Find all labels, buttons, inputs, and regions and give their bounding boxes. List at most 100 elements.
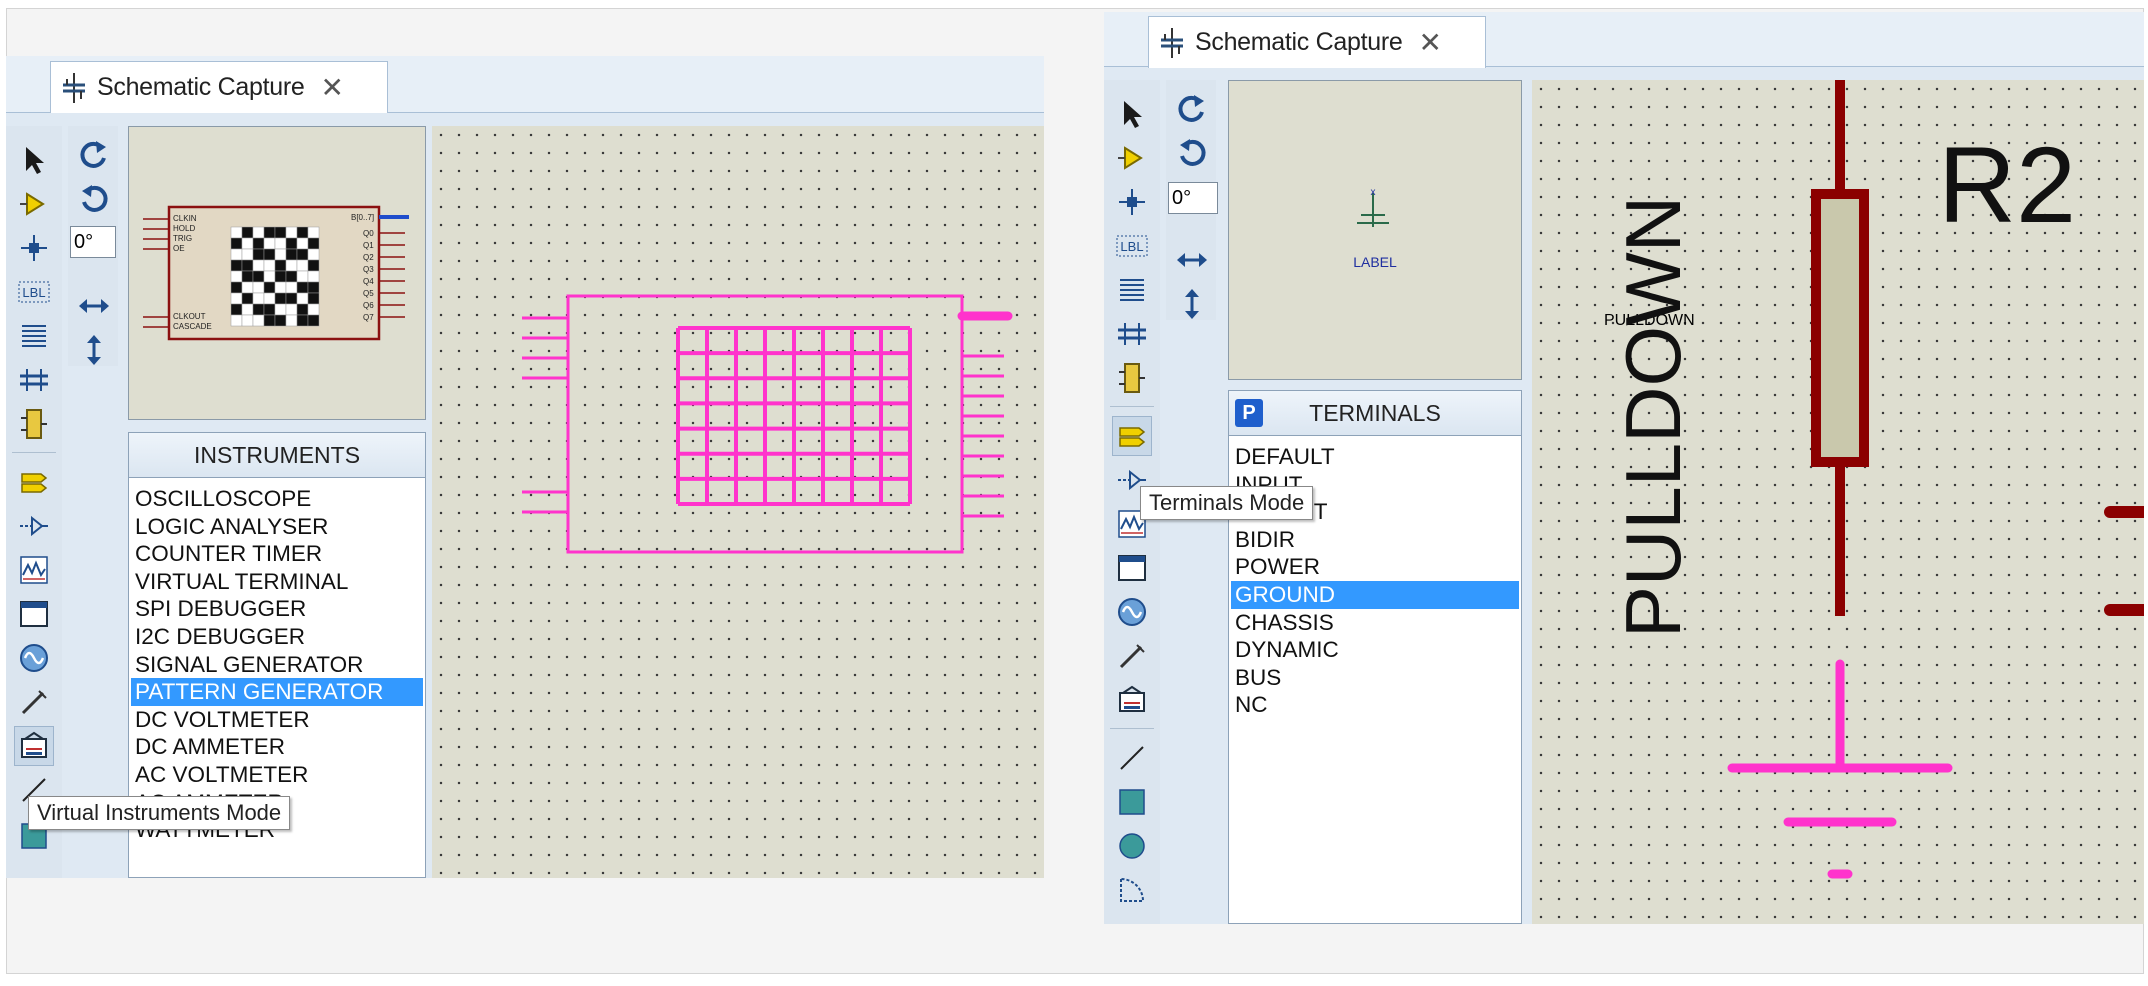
- schematic-canvas[interactable]: [432, 126, 1044, 878]
- list-item[interactable]: BIDIR: [1231, 526, 1519, 554]
- pointer-arrow-icon: [1124, 101, 1142, 128]
- pin-label: Q4: [363, 277, 374, 286]
- toolbar-separator: [1110, 406, 1154, 407]
- line-icon: [1120, 746, 1144, 770]
- probe-mode-button[interactable]: [14, 682, 54, 722]
- tab-title: Schematic Capture: [1195, 28, 1403, 56]
- list-item-selected[interactable]: PATTERN GENERATOR: [131, 678, 423, 706]
- text-script-mode-button[interactable]: [14, 316, 54, 356]
- pin-label: TRIG: [173, 234, 192, 243]
- orientation-toolbar: 0°: [1166, 80, 1218, 320]
- junction-dot-mode-button[interactable]: [1112, 182, 1152, 222]
- list-header: INSTRUMENTS: [129, 433, 425, 478]
- generator-icon: [20, 644, 48, 672]
- rotate-cw-icon: [1178, 95, 1204, 122]
- list-item[interactable]: SIGNAL GENERATOR: [131, 651, 423, 679]
- rotate-clockwise-button[interactable]: [74, 134, 114, 174]
- subcircuit-icon: [21, 409, 47, 439]
- schematic-canvas[interactable]: PULLDOWN PULLDOWN R2: [1532, 80, 2144, 924]
- device-pins-mode-button[interactable]: [14, 506, 54, 546]
- probe-mode-button[interactable]: [1112, 636, 1152, 676]
- rotate-clockwise-button[interactable]: [1172, 88, 1212, 128]
- junction-dot-mode-button[interactable]: [14, 228, 54, 268]
- arc-mode-button[interactable]: [1112, 870, 1152, 910]
- list-item[interactable]: COUNTER TIMER: [131, 540, 423, 568]
- buses-mode-button[interactable]: [14, 360, 54, 400]
- circle-mode-button[interactable]: [1112, 826, 1152, 866]
- tooltip: Terminals Mode: [1140, 486, 1314, 520]
- list-header: P TERMINALS: [1229, 391, 1521, 436]
- close-icon[interactable]: ✕: [321, 73, 344, 102]
- arc-icon: [1120, 878, 1145, 902]
- rotate-ccw-icon: [82, 185, 108, 212]
- graph-mode-button[interactable]: [14, 550, 54, 590]
- buses-mode-button[interactable]: [1112, 314, 1152, 354]
- list-item[interactable]: DYNAMIC: [1231, 636, 1519, 664]
- terminals-list[interactable]: DEFAULT INPUT OUTPUT BIDIR POWER GROUND …: [1231, 443, 1519, 719]
- generator-mode-button[interactable]: [14, 638, 54, 678]
- mirror-vertical-button[interactable]: [74, 330, 114, 370]
- device-pin-icon: [20, 515, 48, 537]
- schematic-icon: [1161, 27, 1183, 58]
- tab-schematic-capture[interactable]: Schematic Capture ✕: [1148, 16, 1486, 68]
- terminals-mode-button[interactable]: [1112, 416, 1152, 456]
- pin-label: Q1: [363, 241, 374, 250]
- toolbar-separator: [1110, 728, 1154, 729]
- selection-mode-button[interactable]: [14, 140, 54, 180]
- pin-label: Q5: [363, 289, 374, 298]
- wire-label-mode-button[interactable]: LBL: [1112, 226, 1152, 266]
- component-mode-button[interactable]: [1112, 138, 1152, 178]
- close-icon[interactable]: ✕: [1419, 28, 1442, 57]
- subcircuit-mode-button[interactable]: [14, 404, 54, 444]
- list-item[interactable]: OSCILLOSCOPE: [131, 485, 423, 513]
- terminals-mode-button[interactable]: [14, 462, 54, 502]
- line-mode-button[interactable]: [1112, 738, 1152, 778]
- pin-label: CASCADE: [173, 322, 212, 331]
- list-item[interactable]: VIRTUAL TERMINAL: [131, 568, 423, 596]
- list-item[interactable]: BUS: [1231, 664, 1519, 692]
- list-item[interactable]: I2C DEBUGGER: [131, 623, 423, 651]
- list-item[interactable]: DC VOLTMETER: [131, 706, 423, 734]
- list-item[interactable]: CHASSIS: [1231, 609, 1519, 637]
- window-icon: [20, 601, 48, 627]
- generator-mode-button[interactable]: [1112, 592, 1152, 632]
- tape-recorder-mode-button[interactable]: [14, 594, 54, 634]
- tab-schematic-capture[interactable]: Schematic Capture ✕: [50, 61, 388, 113]
- rotate-anticlockwise-button[interactable]: [74, 178, 114, 218]
- list-item[interactable]: DEFAULT: [1231, 443, 1519, 471]
- pattern-generator-preview: CLKIN HOLD TRIG OE CLKOUT CASCADE B[0..7…: [143, 205, 409, 341]
- virtual-instruments-mode-button[interactable]: [14, 726, 54, 766]
- reference-label: R2: [1938, 124, 2076, 245]
- rotation-angle-field[interactable]: 0°: [1168, 182, 1218, 214]
- list-item[interactable]: AC VOLTMETER: [131, 761, 423, 789]
- junction-icon: [1119, 189, 1145, 215]
- text-script-mode-button[interactable]: [1112, 270, 1152, 310]
- bus-icon: [1118, 323, 1146, 345]
- list-item[interactable]: SPI DEBUGGER: [131, 595, 423, 623]
- flip-horizontal-icon: [79, 299, 109, 313]
- wire-label-mode-button[interactable]: LBL: [14, 272, 54, 312]
- list-item[interactable]: DC AMMETER: [131, 733, 423, 761]
- list-item-selected[interactable]: GROUND: [1231, 580, 1519, 609]
- tape-recorder-mode-button[interactable]: [1112, 548, 1152, 588]
- instruments-list[interactable]: OSCILLOSCOPE LOGIC ANALYSER COUNTER TIME…: [131, 485, 423, 844]
- rotation-angle-field[interactable]: 0°: [70, 226, 116, 258]
- component-mode-button[interactable]: [14, 184, 54, 224]
- list-item[interactable]: NC: [1231, 691, 1519, 719]
- mirror-vertical-button[interactable]: [1172, 284, 1212, 324]
- preview-label: LABEL: [1353, 254, 1397, 270]
- box-mode-button[interactable]: [1112, 782, 1152, 822]
- subcircuit-mode-button[interactable]: [1112, 358, 1152, 398]
- pick-devices-badge[interactable]: P: [1235, 399, 1263, 427]
- virtual-instruments-mode-button[interactable]: [1112, 680, 1152, 720]
- svg-text:LBL: LBL: [22, 285, 45, 300]
- pattern-generator-placement: [522, 294, 1013, 554]
- pin-label: Q6: [363, 301, 374, 310]
- list-header-label: TERMINALS: [1309, 399, 1441, 426]
- rotate-anticlockwise-button[interactable]: [1172, 132, 1212, 172]
- selection-mode-button[interactable]: [1112, 94, 1152, 134]
- mirror-horizontal-button[interactable]: [74, 286, 114, 326]
- list-item[interactable]: POWER: [1231, 553, 1519, 581]
- mirror-horizontal-button[interactable]: [1172, 240, 1212, 280]
- list-item[interactable]: LOGIC ANALYSER: [131, 513, 423, 541]
